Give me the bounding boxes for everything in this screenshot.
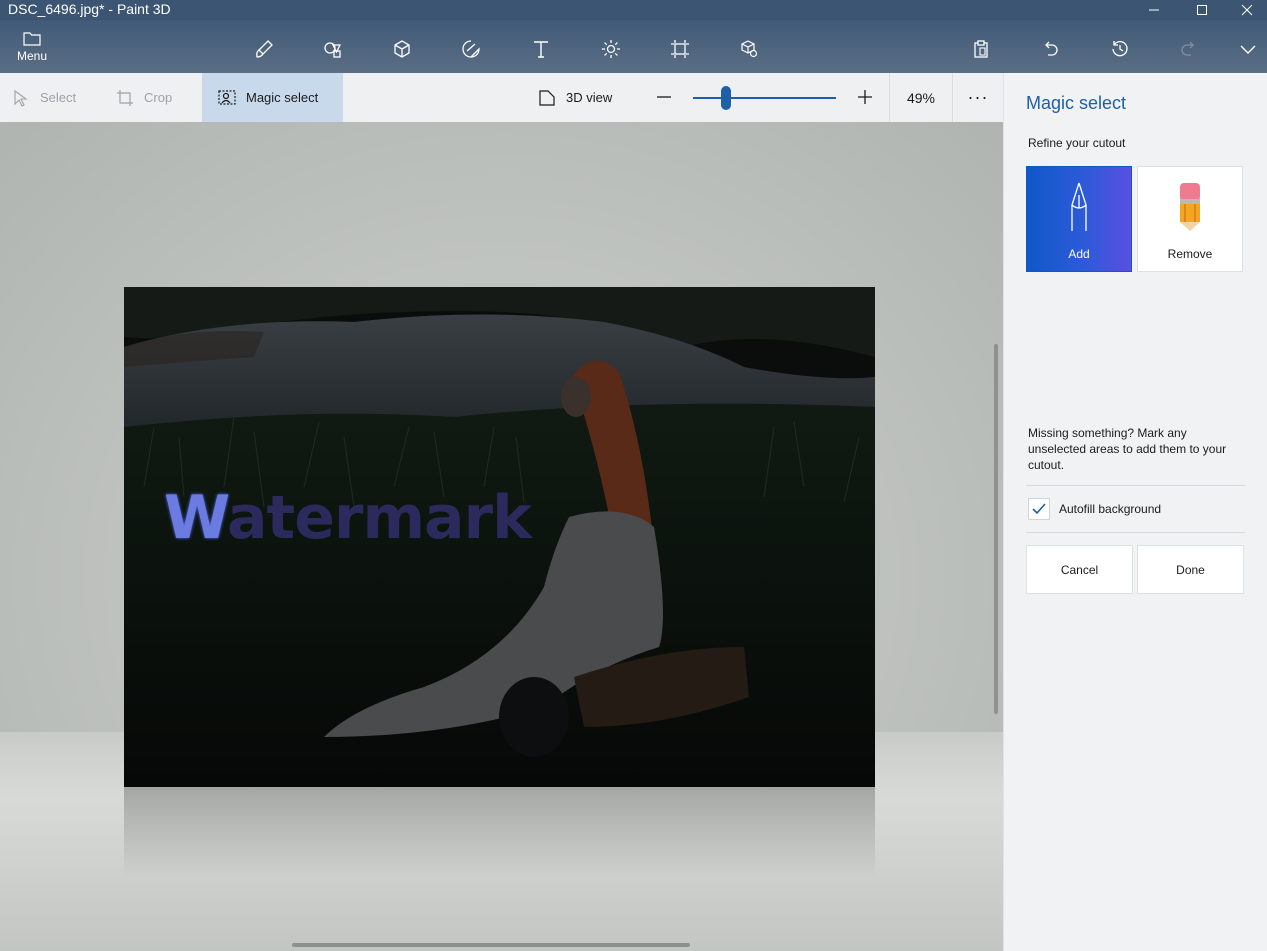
remove-button[interactable]: Remove — [1137, 166, 1243, 272]
eraser-icon — [1180, 183, 1200, 231]
maximize-icon[interactable] — [1179, 0, 1225, 20]
secondary-toolbar: Select Crop Magic select 3D view — [0, 73, 1003, 122]
magic-select-panel: Magic select Refine your cutout Add Remo… — [1003, 73, 1267, 951]
3d-view-button[interactable]: 3D view — [538, 73, 612, 122]
stickers-icon[interactable] — [460, 38, 482, 60]
checkmark-icon — [1032, 503, 1046, 515]
undo-icon[interactable] — [1039, 38, 1061, 60]
window-title: DSC_6496.jpg* - Paint 3D — [8, 1, 171, 17]
zoom-slider-thumb[interactable] — [721, 86, 731, 110]
add-label: Add — [1068, 247, 1090, 261]
paste-icon[interactable] — [970, 38, 992, 60]
add-button[interactable]: Add — [1026, 166, 1132, 272]
select-button[interactable]: Select — [12, 73, 76, 122]
canvas-image[interactable]: Watermark — [124, 287, 875, 787]
magic-select-icon — [218, 89, 236, 105]
zoom-slider-track[interactable] — [693, 97, 836, 99]
crop-icon — [117, 89, 133, 106]
zoom-in-icon[interactable] — [855, 87, 875, 107]
3d-view-icon — [539, 89, 555, 106]
title-bar: DSC_6496.jpg* - Paint 3D — [0, 0, 1267, 20]
close-icon[interactable] — [1224, 0, 1267, 20]
photo-reflection — [124, 787, 875, 877]
cursor-icon — [14, 89, 28, 107]
canvas-area[interactable]: Watermark — [0, 122, 1003, 951]
3d-shapes-icon[interactable] — [391, 38, 413, 60]
divider — [1026, 532, 1245, 533]
text-icon[interactable] — [530, 38, 552, 60]
watermark-text: Watermark — [164, 483, 532, 553]
watermark-rest: atermark — [227, 483, 532, 553]
minimize-icon[interactable] — [1131, 0, 1177, 20]
history-icon[interactable] — [1109, 38, 1131, 60]
autofill-checkbox-row[interactable]: Autofill background — [1028, 497, 1161, 521]
done-button[interactable]: Done — [1137, 545, 1244, 594]
magic-select-label: Magic select — [246, 90, 319, 105]
watermark-first-letter: W — [164, 483, 228, 553]
panel-title: Magic select — [1026, 93, 1127, 113]
vertical-scrollbar[interactable] — [994, 344, 998, 714]
folder-icon — [23, 32, 41, 46]
crop-button[interactable]: Crop — [116, 73, 172, 122]
select-label: Select — [40, 90, 77, 105]
remove-label: Remove — [1167, 247, 1213, 261]
crop-label: Crop — [144, 90, 173, 105]
cancel-button[interactable]: Cancel — [1026, 545, 1133, 594]
redo-icon[interactable] — [1178, 38, 1200, 60]
effects-icon[interactable] — [600, 38, 622, 60]
3d-library-icon[interactable] — [738, 38, 760, 60]
main-toolbar: Menu — [0, 20, 1267, 73]
panel-subtitle: Refine your cutout — [1028, 136, 1126, 150]
horizontal-scrollbar[interactable] — [292, 943, 690, 947]
hint-text: Missing something? Mark any unselected a… — [1028, 426, 1227, 472]
3d-view-label: 3D view — [566, 90, 613, 105]
menu-button[interactable]: Menu — [10, 30, 54, 68]
autofill-checkbox[interactable] — [1028, 498, 1050, 520]
divider — [1026, 485, 1245, 486]
expand-icon[interactable] — [1237, 38, 1259, 60]
autofill-label: Autofill background — [1059, 502, 1162, 516]
brushes-icon[interactable] — [253, 38, 275, 60]
magic-select-button[interactable]: Magic select — [202, 73, 343, 122]
canvas-icon[interactable] — [669, 38, 691, 60]
menu-label: Menu — [16, 49, 48, 63]
zoom-percentage[interactable]: 49% — [889, 73, 953, 122]
zoom-out-icon[interactable] — [654, 87, 674, 107]
more-options-button[interactable]: ··· — [960, 73, 996, 122]
2d-shapes-icon[interactable] — [322, 38, 344, 60]
pencil-icon — [1071, 182, 1087, 231]
